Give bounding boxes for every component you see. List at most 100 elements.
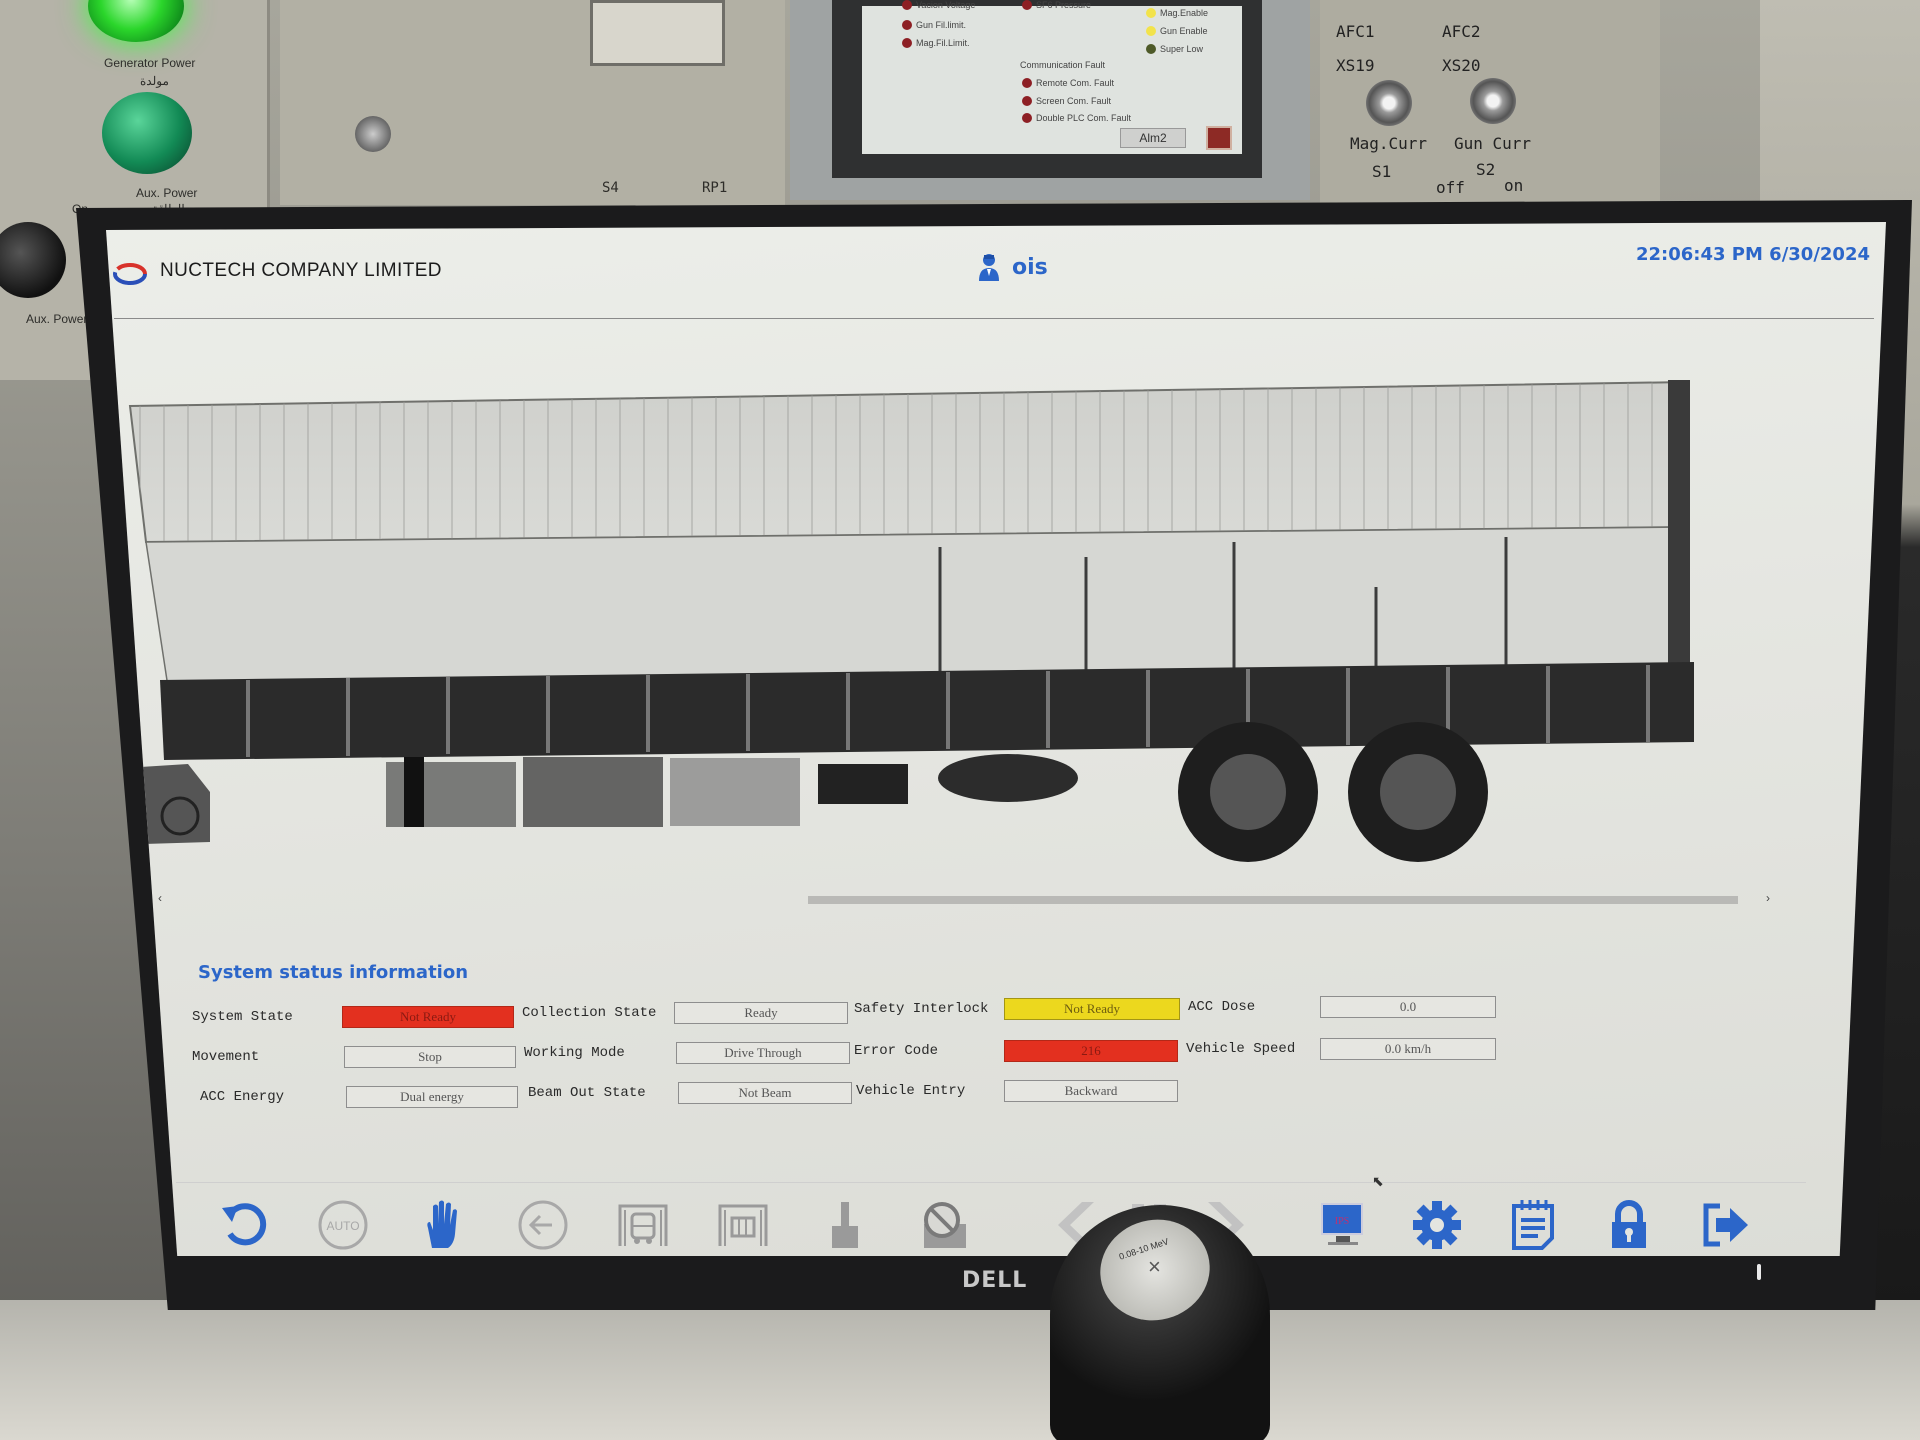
status-label: Beam Out State	[528, 1085, 646, 1101]
datetime-display: 22:06:43 PM 6/30/2024	[1636, 244, 1870, 265]
s4-label: S4	[602, 180, 619, 196]
status-value: Dual energy	[346, 1086, 518, 1108]
hmi-alarm-button: Alm2	[1120, 128, 1186, 148]
display-button[interactable]: IPS	[1314, 1197, 1372, 1253]
control-panel-right: AFC1 AFC2 XS19 XS20 Mag.Curr Gun Curr S1…	[1320, 0, 1660, 205]
container-scan-button[interactable]	[714, 1197, 772, 1253]
red-indicator-icon	[1022, 78, 1032, 88]
aux-power-label: Aux. Power	[136, 186, 198, 200]
bnc-connector-xs19	[1366, 80, 1412, 126]
scroll-right-arrow-icon[interactable]: ›	[1766, 891, 1770, 905]
status-label: Movement	[192, 1049, 260, 1065]
bottom-toolbar: AUTO IPS	[176, 1182, 1806, 1252]
vehicle-scan-button[interactable]	[614, 1197, 672, 1253]
wheel-hub	[1210, 754, 1286, 830]
status-value: Not Beam	[678, 1082, 852, 1104]
landing-gear	[404, 757, 424, 827]
scan-scrollbar[interactable]: ‹ ›	[158, 891, 1770, 906]
status-label: Error Code	[854, 1043, 939, 1059]
nuctech-logo-icon	[113, 263, 147, 285]
scroll-left-arrow-icon[interactable]: ‹	[158, 891, 162, 905]
red-indicator-icon	[1022, 0, 1032, 10]
status-value: Drive Through	[676, 1042, 850, 1064]
reset-button[interactable]	[216, 1197, 274, 1253]
status-field-error-code: Error Code 216	[854, 1040, 1178, 1062]
header-divider	[114, 318, 1874, 319]
user-name: ois	[1012, 254, 1048, 280]
manual-mode-button[interactable]	[414, 1197, 472, 1253]
status-label: Safety Interlock	[854, 1001, 989, 1017]
svg-text:IPS: IPS	[1335, 1216, 1349, 1227]
hmi-screen: Vacion Voltage Gun Fil.limit. Mag.Fil.Li…	[862, 0, 1242, 154]
current-user[interactable]: ois	[978, 252, 1048, 282]
arrow-left-circle-icon	[518, 1200, 568, 1250]
svg-text:AUTO: AUTO	[326, 1219, 359, 1233]
lock-icon	[1612, 1200, 1646, 1248]
status-label: ACC Dose	[1188, 999, 1256, 1015]
auto-mode-button[interactable]: AUTO	[314, 1197, 372, 1253]
scrollbar-thumb[interactable]	[808, 896, 1738, 904]
status-title: System status information	[198, 962, 469, 983]
lock-button[interactable]	[1600, 1197, 1658, 1253]
status-label: Vehicle Speed	[1186, 1041, 1296, 1057]
status-field-safety-interlock: Safety Interlock Not Ready	[854, 998, 1180, 1020]
system-status-panel: System status information System State N…	[192, 962, 1752, 1202]
exit-icon	[1703, 1203, 1748, 1247]
status-field-vehicle-entry: Vehicle Entry Backward	[856, 1080, 1178, 1102]
aux-power-lamp	[102, 92, 192, 174]
xray-scan-image[interactable]	[128, 372, 1748, 902]
generator-power-label-ar: مولدة	[140, 74, 169, 88]
status-value: Not Ready	[342, 1006, 514, 1028]
desk-surface	[0, 1300, 1920, 1440]
hmi-indicator: Vacion Voltage	[902, 0, 975, 10]
aux-power-switch-label: Aux. Power	[26, 312, 88, 326]
auto-icon: AUTO	[318, 1200, 368, 1250]
wheel-hub	[1380, 754, 1456, 830]
afc1-label: AFC1	[1336, 22, 1375, 41]
barrier-icon	[832, 1202, 858, 1248]
aux-power-switch-knob	[0, 222, 66, 298]
trailer-rib-pattern	[130, 382, 1688, 542]
generator-power-label: Generator Power	[104, 56, 196, 70]
status-value: 0.0	[1320, 996, 1496, 1018]
status-value: Ready	[674, 1002, 848, 1024]
exit-button[interactable]	[1696, 1197, 1754, 1253]
settings-button[interactable]	[1408, 1197, 1466, 1253]
status-value: Stop	[344, 1046, 516, 1068]
refresh-icon	[222, 1203, 267, 1246]
undercarriage-box	[670, 758, 800, 826]
hmi-touch-panel: Vacion Voltage Gun Fil.limit. Mag.Fil.Li…	[832, 0, 1262, 178]
status-value: Not Ready	[1004, 998, 1180, 1020]
company-name: NUCTECH COMPANY LIMITED	[160, 260, 442, 281]
hmi-indicator: Super Low	[1146, 44, 1203, 54]
status-label: Collection State	[522, 1005, 657, 1021]
hmi-indicator: Gun Fil.limit.	[902, 20, 966, 30]
generator-power-lamp	[88, 0, 184, 42]
hmi-indicator: Double PLC Com. Fault	[1022, 113, 1131, 123]
trailer-lower-section	[145, 526, 1689, 688]
s1-label: S1	[1372, 162, 1392, 181]
hmi-indicator: Gun Enable	[1146, 26, 1208, 36]
bus-gantry-icon	[618, 1204, 668, 1246]
status-label: ACC Energy	[200, 1089, 285, 1105]
app-header: NUCTECH COMPANY LIMITED ois 22:06:43 PM …	[106, 222, 1886, 312]
barrier-button[interactable]	[816, 1197, 874, 1253]
status-field-movement: Movement Stop	[192, 1046, 516, 1068]
red-indicator-icon	[1022, 96, 1032, 106]
red-indicator-icon	[902, 38, 912, 48]
status-field-beam-out-state: Beam Out State Not Beam	[528, 1082, 852, 1104]
afc2-label: AFC2	[1442, 22, 1481, 41]
hmi-indicator: SF6 Pressure	[1022, 0, 1091, 10]
hand-icon	[427, 1200, 457, 1248]
monitor-power-led	[1757, 1264, 1761, 1280]
analog-gauge	[590, 0, 725, 66]
back-button[interactable]	[514, 1197, 572, 1253]
stop-beam-button[interactable]	[916, 1197, 974, 1253]
status-label: Working Mode	[524, 1045, 625, 1061]
hmi-indicator: Screen Com. Fault	[1022, 96, 1111, 106]
status-label: System State	[192, 1009, 293, 1025]
log-button[interactable]	[1504, 1197, 1562, 1253]
status-field-acc-energy: ACC Energy Dual energy	[200, 1086, 518, 1108]
status-field-collection-state: Collection State Ready	[522, 1002, 848, 1024]
red-indicator-icon	[902, 0, 912, 10]
